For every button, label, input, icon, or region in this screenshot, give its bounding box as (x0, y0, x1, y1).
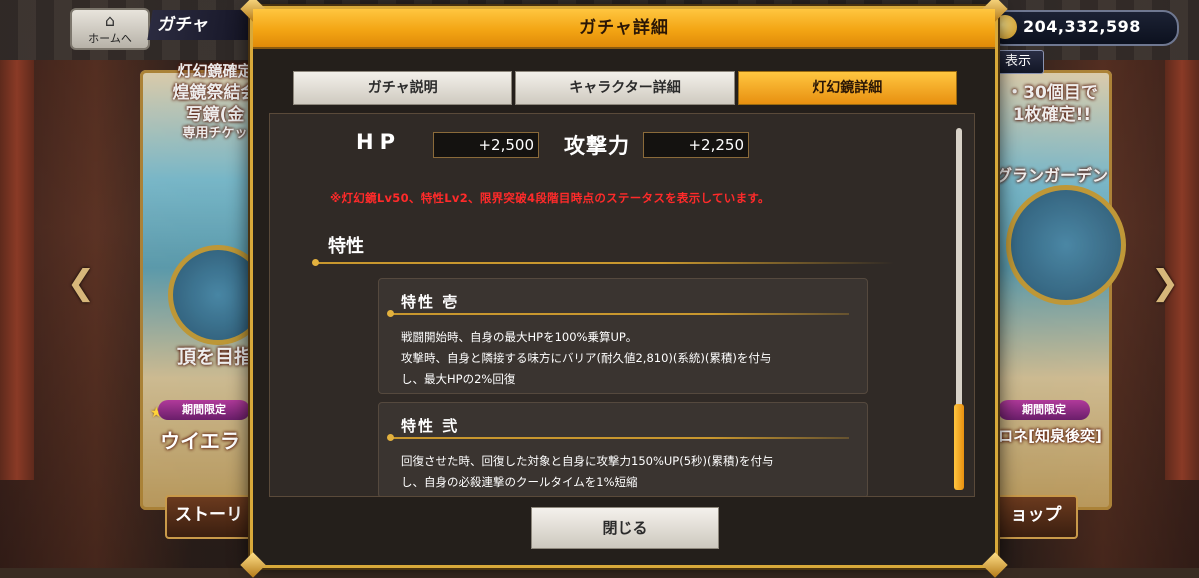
detail-tabs: ガチャ説明 キャラクター詳細 灯幻鏡詳細 (293, 71, 957, 105)
divider-dot (312, 259, 319, 266)
chevron-left-icon[interactable]: ❮ (66, 265, 96, 301)
dialog-title: ガチャ詳細 (253, 9, 995, 49)
section-divider (314, 262, 894, 264)
section-title: 特性 (328, 236, 364, 257)
trait-title: 特性 弐 (401, 417, 460, 435)
trait-line-text: 攻撃時、自身と隣接する味方にバリア(耐久値2,810)(系統)(累積)を付与 (401, 351, 772, 365)
detail-scroll-area[interactable]: HP +2,500 攻撃力 +2,250 ※灯幻鏡Lv50、特性Lv2、限界突破… (269, 113, 975, 497)
trait-description: 回復させた時、回復した対象と自身に攻撃力150%UP(5秒)(累積)を付与 し、… (401, 451, 851, 493)
trait-title: 特性 壱 (401, 293, 460, 311)
banner-line: 1枚確定!! (1012, 105, 1092, 125)
home-button[interactable]: ⌂ ホームへ (70, 8, 150, 50)
tab-character-details[interactable]: キャラクター詳細 (515, 71, 735, 105)
character-medallion (1006, 185, 1126, 305)
banner-caption: グランガーデン (995, 166, 1108, 185)
display-toggle-button[interactable]: 表示 (992, 50, 1044, 74)
gacha-detail-dialog: ガチャ詳細 ガチャ説明 キャラクター詳細 灯幻鏡詳細 HP +2,500 攻撃力… (240, 0, 1008, 578)
tab-mirror-details[interactable]: 灯幻鏡詳細 (737, 71, 957, 105)
character-name: ロネ[知泉後奕] (998, 427, 1102, 445)
trait-divider (389, 437, 849, 439)
home-label: ホームへ (88, 32, 132, 45)
home-icon: ⌂ (104, 11, 116, 30)
trait-line-text: し、最大HPの2%回復 (401, 372, 516, 386)
divider-dot (387, 434, 394, 441)
trait-card-1: 特性 壱 戦闘開始時、自身の最大HPを100%乗算UP。 攻撃時、自身と隣接する… (378, 278, 868, 394)
attack-value: +2,250 (643, 132, 749, 158)
limited-tag: 期間限定 (998, 400, 1090, 420)
trait-line-text: 戦闘開始時、自身の最大HPを100%乗算UP。 (401, 330, 638, 344)
tab-gacha-description[interactable]: ガチャ説明 (293, 71, 513, 105)
divider-dot (387, 310, 394, 317)
character-name: ウイエラ (160, 429, 240, 453)
attack-label: 攻撃力 (564, 134, 630, 158)
currency-display: 204,332,598 (987, 10, 1179, 46)
scrollbar-thumb[interactable] (954, 404, 964, 490)
hp-label: HP (356, 130, 401, 154)
trait-line-text: 回復させた時、回復した対象と自身に攻撃力150%UP(5秒)(累積)を付与 (401, 454, 774, 468)
shrine-pillar-left (0, 60, 34, 480)
close-button[interactable]: 閉じる (531, 507, 719, 549)
currency-value: 204,332,598 (1023, 17, 1141, 36)
trait-divider (389, 313, 849, 315)
chevron-right-icon[interactable]: ❯ (1150, 265, 1180, 301)
story-button[interactable]: ストーリ (165, 495, 253, 539)
shop-button[interactable]: ョップ (994, 495, 1078, 539)
trait-description: 戦闘開始時、自身の最大HPを100%乗算UP。 攻撃時、自身と隣接する味方にバリ… (401, 327, 851, 390)
trait-line-text: し、自身の必殺連撃のクールタイムを1%短縮 (401, 475, 638, 489)
status-note: ※灯幻鏡Lv50、特性Lv2、限界突破4段階目時点のステータスを表示しています。 (330, 191, 770, 205)
limited-tag: 期間限定 (158, 400, 250, 420)
trait-card-2: 特性 弐 回復させた時、回復した対象と自身に攻撃力150%UP(5秒)(累積)を… (378, 402, 868, 496)
hp-value: +2,500 (433, 132, 539, 158)
